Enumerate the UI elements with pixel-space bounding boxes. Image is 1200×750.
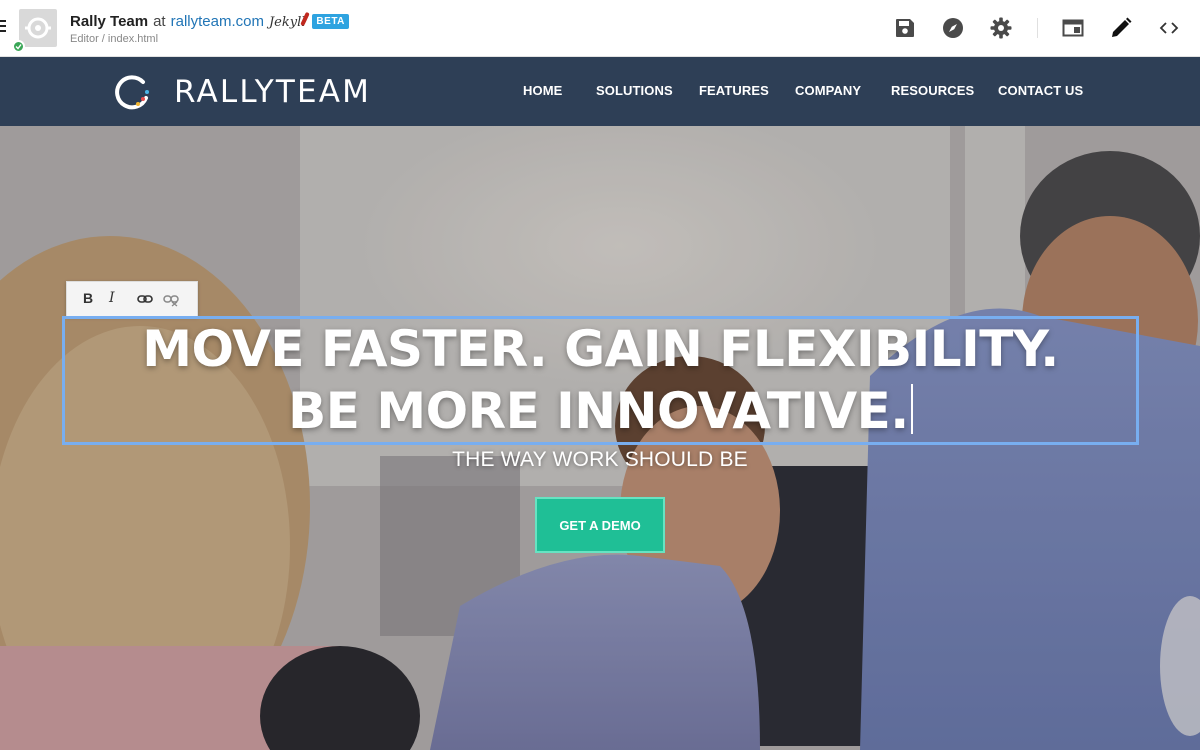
nav-resources[interactable]: RESOURCES [891, 83, 974, 98]
bold-button[interactable]: B [83, 290, 93, 306]
compass-icon[interactable] [941, 16, 965, 40]
editor-toolbar: Rally Team at rallyteam.com Jekyll BETA … [0, 0, 1200, 57]
headline-line-1[interactable]: MOVE FASTER. GAIN FLEXIBILITY. [62, 318, 1139, 380]
published-status-icon [12, 40, 25, 53]
text-format-toolbar: B I [66, 281, 198, 317]
jekyll-logo: Jekyll [269, 11, 311, 30]
save-icon[interactable] [893, 16, 917, 40]
get-a-demo-button[interactable]: GET A DEMO [535, 497, 665, 553]
layout-icon[interactable] [1061, 16, 1085, 40]
headline-line-2[interactable]: BE MORE INNOVATIVE. [288, 382, 909, 440]
rallyteam-logo-icon[interactable] [112, 72, 152, 112]
link-icon[interactable] [137, 293, 153, 305]
hero-headline[interactable]: MOVE FASTER. GAIN FLEXIBILITY. BE MORE I… [62, 318, 1139, 442]
site-thumbnail[interactable] [19, 9, 57, 47]
nav-company[interactable]: COMPANY [795, 83, 861, 98]
toolbar-divider [1037, 18, 1038, 38]
site-thumbnail-icon [25, 17, 51, 39]
site-title: Rally Team at rallyteam.com Jekyll BETA [70, 11, 349, 30]
site-name: Rally Team [70, 12, 149, 30]
code-icon[interactable] [1157, 16, 1181, 40]
text-caret [910, 384, 913, 434]
nav-contact-us[interactable]: CONTACT US [998, 83, 1083, 98]
nav-features[interactable]: FEATURES [699, 83, 769, 98]
hero-subheadline[interactable]: THE WAY WORK SHOULD BE [0, 448, 1200, 472]
breadcrumb: Editor / index.html [70, 33, 159, 45]
pencil-icon[interactable] [1109, 16, 1133, 40]
beta-badge: BETA [312, 13, 349, 29]
gear-icon[interactable] [989, 16, 1013, 40]
at-text: at [153, 12, 166, 30]
site-domain-link[interactable]: rallyteam.com [171, 13, 264, 30]
italic-button[interactable]: I [109, 290, 115, 306]
rallyteam-logo-text[interactable]: RALLYTEAM [174, 74, 371, 110]
unlink-icon[interactable] [163, 293, 179, 307]
menu-icon[interactable] [0, 20, 6, 34]
nav-solutions[interactable]: SOLUTIONS [596, 83, 673, 98]
nav-home[interactable]: HOME [523, 83, 562, 98]
